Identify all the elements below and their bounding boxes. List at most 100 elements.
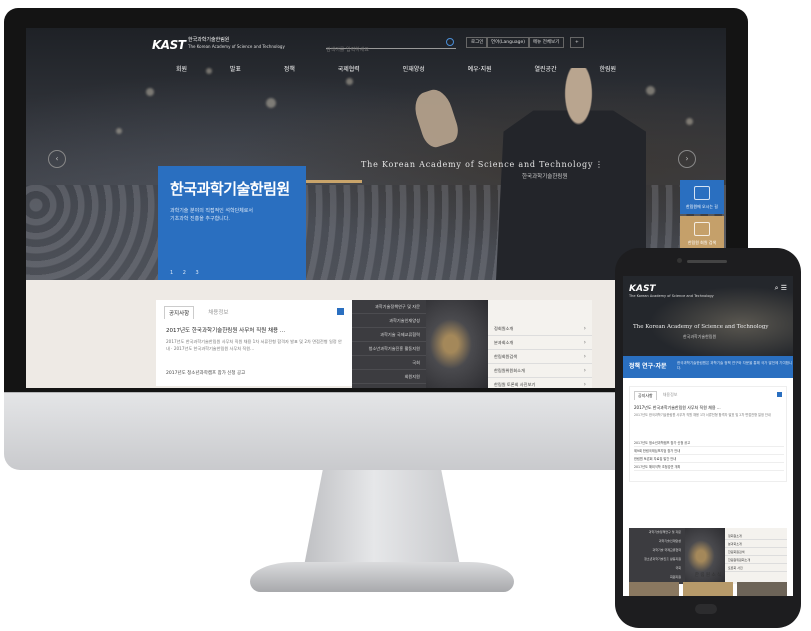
mobile-screen: KAST The Korean Academy of Science and T… (623, 276, 793, 596)
hero-blue-card: 한국과학기술한림원 과학기술 분야의 직접적인 석학단체로서 기초과학 진흥을 … (158, 166, 306, 286)
notice-tabs: 공지사항 채용정보 (164, 306, 233, 319)
mobile-blue-banner: 정책 연구·자문 한국과학기술한림원은 과학기술 정책 연구와 자문을 통해 국… (623, 356, 793, 378)
phone-camera (677, 258, 682, 263)
more-plus-icon[interactable] (337, 308, 344, 315)
building-icon (694, 186, 710, 200)
quick-link-member-search-label: 한림원 회원 검색 (687, 240, 717, 245)
notice-desc: 2017년도 한국과학기술한림원 사무처 직원 채용 1차 서류전형 합격자 발… (166, 339, 342, 351)
speaker-hand-photo (410, 85, 462, 151)
mobile-notice-title[interactable]: 2017년도 한국과학기술한림원 사무처 직원 채용 ... (634, 405, 721, 411)
menu-right-item[interactable]: 한림원 토론회 사진보기 (488, 378, 592, 388)
mobile-hero-kor-subtitle: 한국과학기술한림원 (683, 334, 717, 339)
gnb-item-open-space[interactable]: 열린공간 (534, 64, 556, 78)
menu-item[interactable]: 과학기술정책연구 및 자문 (352, 300, 426, 314)
notice-list-item[interactable]: 2017년도 청소년과학캠프 참가 신청 공고 (166, 370, 245, 376)
menu-item[interactable]: 과학기술 국제교류협력 (352, 328, 426, 342)
mobile-notice-desc: 2017년도 한국과학기술한림원 사무처 직원 채용 1차 서류전형 합격자 발… (634, 413, 771, 417)
quick-link-directions-label: 한림원에 오시는 길 (686, 204, 718, 209)
gnb-item-member[interactable]: 회원 (176, 64, 187, 78)
mobile-tab-notice[interactable]: 공지사항 (634, 391, 657, 400)
mobile-notice-item[interactable]: 한림원 토론회 자료집 발간 안내 (634, 455, 784, 463)
mobile-menu-right-item[interactable]: 정회원소개 (725, 532, 787, 540)
quill-photo (426, 300, 488, 388)
mobile-logo-eng: The Korean Academy of Science and Techno… (629, 294, 714, 298)
business-menu-panel: 과학기술정책연구 및 자문 과학기술인재양성 과학기술 국제교류협력 청소년과학… (352, 300, 592, 388)
global-nav: 회원 발표 정책 국제협력 인재양성 예우·지원 열린공간 한림원 (176, 64, 616, 78)
menu-item[interactable]: 청소년과학기술진흥 활동지원 (352, 342, 426, 356)
mobile-menu-item[interactable]: 과학기술정책연구 및 자문 (629, 528, 685, 537)
logo-kor-text: 한국과학기술한림원 (188, 37, 230, 43)
language-select[interactable]: 언어(Language) (486, 37, 530, 48)
mobile-menu-item[interactable]: 과학기술 국제교류협력 (629, 546, 685, 555)
mobile-hero-eng-title: The Korean Academy of Science and Techno… (633, 324, 769, 330)
mobile-news-thumbs (629, 582, 787, 596)
speaker-photo (496, 68, 646, 280)
mobile-notice-panel: 공지사항 채용정보 2017년도 한국과학기술한림원 사무처 직원 채용 ...… (629, 386, 787, 482)
gnb-item-talent[interactable]: 인재양성 (403, 64, 425, 78)
mobile-notice-tabs: 공지사항 채용정보 (634, 391, 677, 400)
notice-title[interactable]: 2017년도 한국과학기술한림원 사무처 직원 채용 ... (166, 326, 285, 334)
monitor-stand-base (250, 562, 514, 592)
news-thumb[interactable] (629, 582, 679, 596)
mobile-news-title: 한 림 원 소 식 (694, 573, 722, 578)
hero-eng-title: The Korean Academy of Science and Techno… (361, 160, 594, 169)
menu-item[interactable]: 과학기술인재양성 (352, 314, 426, 328)
mobile-menu-right-item[interactable]: 한림원위원회소개 (725, 556, 787, 564)
mobile-tab-recruit[interactable]: 채용정보 (663, 391, 678, 400)
mobile-phone: KAST The Korean Academy of Science and T… (615, 248, 801, 628)
quick-link-member-search[interactable]: 한림원 회원 검색 (680, 216, 724, 250)
mobile-more-plus-icon[interactable] (777, 392, 782, 397)
mobile-notice-item[interactable]: 제9회 한림국제심포지엄 참가 안내 (634, 447, 784, 455)
hero-desc: 과학기술 분야의 직접적인 석학단체로서 기초과학 진흥을 추구합니다. (170, 207, 294, 223)
search-input[interactable] (326, 44, 436, 56)
hero-banner: KAST 한국과학기술한림원 The Korean Academy of Sci… (26, 28, 726, 280)
menu-right-item[interactable]: 한림원위원회소개 (488, 364, 592, 378)
hero-desc-line: 기초과학 진흥을 추구합니다. (170, 216, 230, 222)
monitor-stand-neck (304, 470, 460, 566)
notice-panel: 공지사항 채용정보 2017년도 한국과학기술한림원 사무처 직원 채용 ...… (156, 300, 352, 386)
phone-speaker (687, 260, 727, 263)
mobile-menu-item[interactable]: 청소년과학기술진흥 활동지원 (629, 555, 685, 564)
logo-eng-text: The Korean Academy of Science and Techno… (188, 44, 285, 49)
search-box (326, 36, 456, 56)
mobile-logo[interactable]: KAST (629, 284, 656, 294)
hero-kor-subtitle: 한국과학기술한림원 (522, 174, 568, 180)
mobile-menu-right-item[interactable]: 분과회소개 (725, 540, 787, 548)
site-logo[interactable]: KAST (152, 38, 186, 52)
hero-pager[interactable]: 1 2 3 (170, 270, 203, 276)
mobile-notice-item[interactable]: 2017년도 해외석학 초청강연 개최 (634, 463, 784, 471)
menu-all-button[interactable]: 메뉴 전체보기 (528, 37, 565, 48)
menu-right-item[interactable]: 분과회소개 (488, 336, 592, 350)
hero-more-icon[interactable]: ⋮ (595, 161, 603, 169)
slide-next-icon[interactable]: › (678, 150, 696, 168)
gnb-item-international[interactable]: 국제협력 (338, 64, 360, 78)
menu-item[interactable]: 회원지원 (352, 370, 426, 384)
quick-link-directions[interactable]: 한림원에 오시는 길 (680, 180, 724, 214)
news-thumb[interactable] (683, 582, 733, 596)
mobile-hero: KAST The Korean Academy of Science and T… (623, 276, 793, 356)
hero-desc-line: 과학기술 분야의 직접적인 석학단체로서 (170, 208, 253, 214)
tab-recruit[interactable]: 채용정보 (204, 306, 232, 319)
business-menu-right: 정회원소개 분과회소개 한림회원검색 한림원위원회소개 한림원 토론회 사진보기 (488, 300, 592, 388)
gnb-item-support[interactable]: 예우·지원 (468, 64, 492, 78)
news-thumb[interactable] (737, 582, 787, 596)
mobile-notice-item[interactable]: 2017년도 청소년과학캠프 참가 신청 공고 (634, 439, 784, 447)
header-bar: KAST 한국과학기술한림원 The Korean Academy of Sci… (26, 28, 726, 58)
phone-home-button[interactable] (695, 604, 717, 614)
plus-button[interactable]: + (570, 37, 584, 48)
mobile-menu-item[interactable]: 과학기술인재양성 (629, 537, 685, 546)
gnb-item-academy[interactable]: 한림원 (599, 64, 616, 78)
tab-notice[interactable]: 공지사항 (164, 306, 195, 319)
menu-item[interactable]: 국회 (352, 356, 426, 370)
mobile-search-menu-icon[interactable]: ⌕ ☰ (775, 284, 787, 293)
search-icon[interactable] (446, 38, 454, 46)
slide-prev-icon[interactable]: ‹ (48, 150, 66, 168)
business-menu-left: 과학기술정책연구 및 자문 과학기술인재양성 과학기술 국제교류협력 청소년과학… (352, 300, 426, 388)
gnb-item-policy[interactable]: 정책 (284, 64, 295, 78)
mobile-menu-right-item[interactable]: 토론회 사진 (725, 564, 787, 572)
menu-right-item[interactable]: 정회원소개 (488, 322, 592, 336)
mobile-menu-right-item[interactable]: 한림회원검색 (725, 548, 787, 556)
mobile-notice-list: 2017년도 청소년과학캠프 참가 신청 공고 제9회 한림국제심포지엄 참가 … (634, 439, 784, 471)
menu-right-item[interactable]: 한림회원검색 (488, 350, 592, 364)
gnb-item-presentation[interactable]: 발표 (230, 64, 241, 78)
